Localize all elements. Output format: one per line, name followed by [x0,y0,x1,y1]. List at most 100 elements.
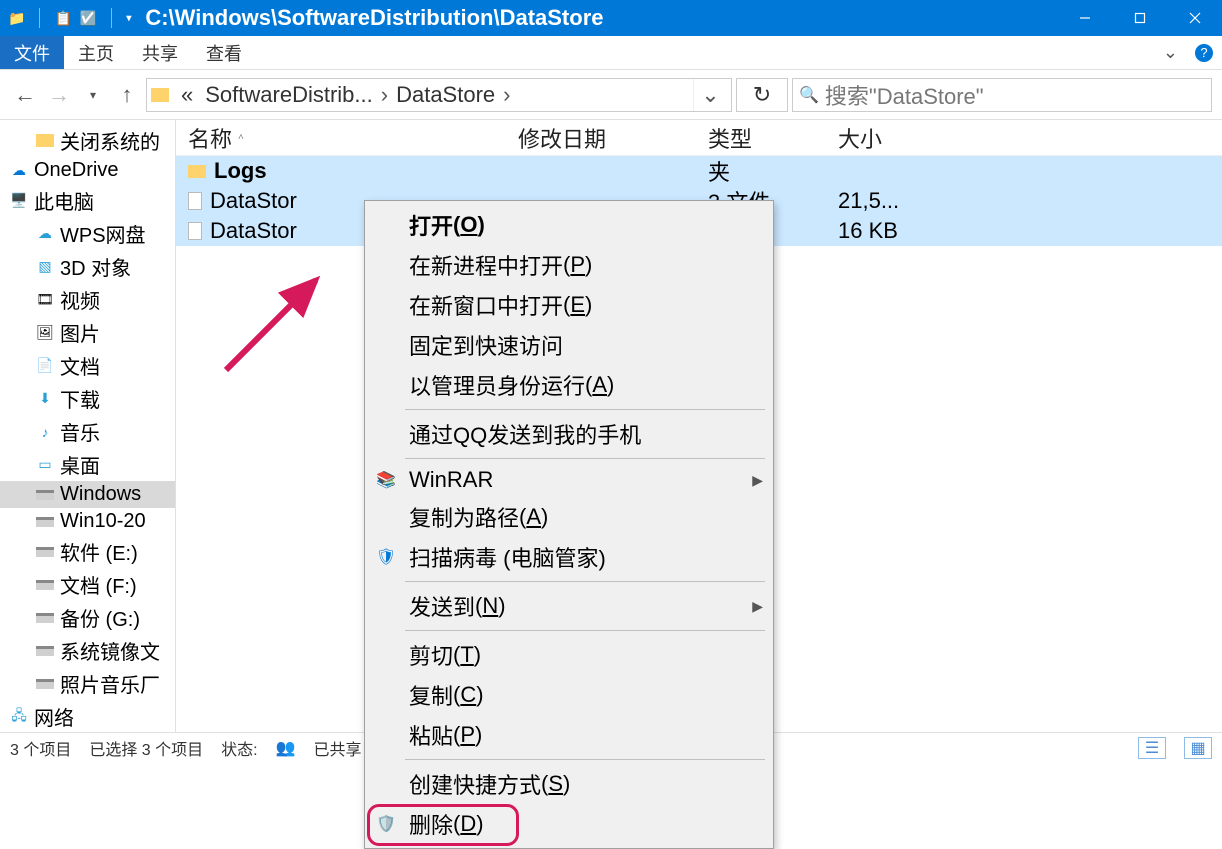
ctx-open[interactable]: 打开(O) [365,205,773,245]
search-icon: 🔍 [799,85,819,105]
tree-item[interactable]: Win10-20 [0,508,175,535]
ctx-open-new-window[interactable]: 在新窗口中打开(E) [365,285,773,325]
separator [405,409,765,410]
cloud-icon: ☁ [36,226,54,242]
up-button[interactable]: ↑ [112,82,142,108]
tree-item-network[interactable]: 🖧网络 [0,700,175,732]
tree-item[interactable]: 文档 (F:) [0,568,175,601]
desktop-icon: ▭ [36,457,54,473]
tree-item[interactable]: 关闭系统的 [0,124,175,157]
tree-item-onedrive[interactable]: ☁OneDrive [0,157,175,184]
ctx-cut[interactable]: 剪切(T) [365,635,773,675]
tree-item[interactable]: 📄文档 [0,349,175,382]
drive-icon [36,679,54,689]
search-input[interactable]: 🔍 搜索"DataStore" [792,78,1212,112]
tree-item[interactable]: ♪音乐 [0,415,175,448]
ctx-open-new-process[interactable]: 在新进程中打开(P) [365,245,773,285]
column-type[interactable]: 类型 [696,122,826,154]
context-menu: 打开(O) 在新进程中打开(P) 在新窗口中打开(E) 固定到快速访问 以管理员… [364,200,774,849]
chevron-right-icon: › [379,82,390,108]
sort-indicator-icon: ˄ [238,132,244,143]
tree-item[interactable]: ▧3D 对象 [0,250,175,283]
status-selected: 已选择 3 个项目 [89,736,203,760]
ctx-create-shortcut[interactable]: 创建快捷方式(S) [365,764,773,804]
close-button[interactable] [1167,0,1222,36]
file-name: DataStor [210,218,297,244]
music-icon: ♪ [36,424,54,440]
treeview[interactable]: 关闭系统的 ☁OneDrive 🖥️此电脑 ☁WPS网盘 ▧3D 对象 🎞视频 … [0,120,176,732]
window-title: C:\Windows\SoftwareDistribution\DataStor… [139,5,1057,31]
ribbon-tabs: 文件 主页 共享 查看 ⌄ ? [0,36,1222,70]
status-state-label: 状态: [221,736,257,760]
refresh-button[interactable]: ↻ [736,78,788,112]
breadcrumb-dropdown[interactable]: ⌄ [693,79,727,111]
file-icon [188,222,202,240]
ctx-qq-send[interactable]: 通过QQ发送到我的手机 [365,414,773,454]
recent-dropdown[interactable]: ▾ [78,88,108,102]
document-icon: 📄 [36,358,54,374]
ctx-delete[interactable]: 🛡️删除(D) [365,804,773,844]
forward-button[interactable]: → [44,82,74,108]
tab-file[interactable]: 文件 [0,36,64,69]
monitor-icon: 🖥️ [10,193,28,209]
column-name[interactable]: 名称˄ [176,122,506,154]
ctx-send-to[interactable]: 发送到(N)▶ [365,586,773,626]
ribbon-expand-icon[interactable]: ⌄ [1155,36,1186,69]
tab-view[interactable]: 查看 [192,36,256,69]
ctx-winrar[interactable]: 📚WinRAR▶ [365,463,773,497]
minimize-button[interactable] [1057,0,1112,36]
tree-item[interactable]: ▭桌面 [0,448,175,481]
tab-share[interactable]: 共享 [128,36,192,69]
folder-icon [188,165,206,178]
tree-item[interactable]: 照片音乐厂 [0,667,175,700]
column-size[interactable]: 大小 [826,122,956,154]
ctx-copy[interactable]: 复制(C) [365,675,773,715]
shield-icon: 🛡 [375,546,397,568]
view-icons-button[interactable]: ▦ [1184,737,1212,759]
folder-icon [151,88,169,102]
file-type: 夹 [696,155,826,187]
ctx-scan-virus[interactable]: 🛡扫描病毒 (电脑管家) [365,537,773,577]
tree-item[interactable]: 软件 (E:) [0,535,175,568]
uac-shield-icon: 🛡️ [375,813,397,835]
breadcrumb-item[interactable]: DataStore [390,82,501,108]
breadcrumb[interactable]: « SoftwareDistrib... › DataStore › ⌄ [146,78,732,112]
column-date[interactable]: 修改日期 [506,122,696,154]
tree-item[interactable]: 🎞视频 [0,283,175,316]
ctx-run-as-admin[interactable]: 以管理员身份运行(A) [365,365,773,405]
maximize-button[interactable] [1112,0,1167,36]
list-row[interactable]: Logs 夹 [176,156,1222,186]
folder-icon: 📁 [8,10,25,27]
tree-item[interactable]: 🖼图片 [0,316,175,349]
ctx-pin-quick-access[interactable]: 固定到快速访问 [365,325,773,365]
back-button[interactable]: ← [10,82,40,108]
qat-dropdown-icon[interactable]: ▾ [126,13,131,24]
tree-item[interactable]: ⬇下载 [0,382,175,415]
view-details-button[interactable]: ☰ [1138,737,1166,759]
breadcrumb-item[interactable]: SoftwareDistrib... [199,82,379,108]
qat-clipboard-icon[interactable]: 📋 [54,10,71,27]
breadcrumb-overflow[interactable]: « [175,82,199,108]
cloud-icon: ☁ [10,163,28,179]
tree-item-thispc[interactable]: 🖥️此电脑 [0,184,175,217]
tree-item[interactable]: 系统镜像文 [0,634,175,667]
status-shared: 已共享 [314,736,362,760]
tab-home[interactable]: 主页 [64,36,128,69]
ctx-paste[interactable]: 粘贴(P) [365,715,773,755]
tree-item-selected[interactable]: Windows [0,481,175,508]
chevron-right-icon: ▶ [752,598,763,615]
chevron-right-icon: › [501,82,512,108]
drive-icon [36,517,54,527]
tree-item[interactable]: 备份 (G:) [0,601,175,634]
file-size: 16 KB [826,218,956,244]
ctx-copy-as-path[interactable]: 复制为路径(A) [365,497,773,537]
drive-icon [36,580,54,590]
download-icon: ⬇ [36,391,54,407]
picture-icon: 🖼 [36,325,54,341]
chevron-right-icon: ▶ [752,472,763,489]
tree-item[interactable]: ☁WPS网盘 [0,217,175,250]
file-name: DataStor [210,188,297,214]
help-button[interactable]: ? [1186,36,1222,69]
video-icon: 🎞 [36,292,54,308]
qat-checkbox-icon[interactable]: ☑️ [80,10,97,27]
